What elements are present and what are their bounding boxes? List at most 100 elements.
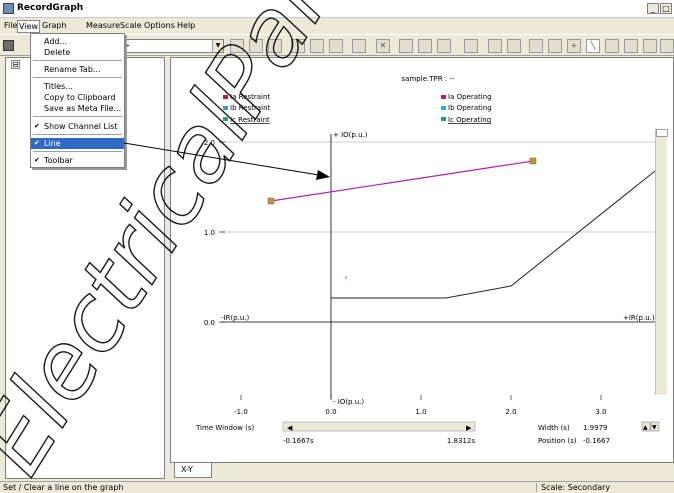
- menu-options[interactable]: Options: [144, 21, 175, 30]
- menu-item-titles[interactable]: Titles...: [31, 81, 124, 92]
- menu-item-add-label: Add...: [44, 37, 68, 46]
- close-x-icon[interactable]: ✕: [376, 39, 390, 53]
- window-title: RecordGraph: [17, 3, 84, 13]
- toolbar-button-12-icon[interactable]: [464, 39, 478, 53]
- menu-scale[interactable]: Scale: [120, 21, 142, 30]
- toolbar-button-2-icon[interactable]: [249, 39, 263, 53]
- toolbar-button-13-icon[interactable]: [488, 39, 502, 53]
- minimize-button[interactable]: _: [647, 3, 659, 14]
- scrollbar-thumb[interactable]: [656, 129, 668, 137]
- tab-x-y[interactable]: X-Y: [174, 463, 212, 478]
- xy-graph[interactable]: sample.TPR : -- Ia Restraint Ib Restrain…: [171, 58, 674, 464]
- toolbar-button-11-icon[interactable]: [437, 39, 451, 53]
- view-menu-dropdown: Add... Delete Rename Tab... Titles... Co…: [30, 33, 125, 168]
- axis-label-neg-x: -IR(p.u.): [221, 314, 250, 322]
- chevron-down-icon[interactable]: ▼: [212, 40, 223, 52]
- menu-item-rename-tab[interactable]: Rename Tab...: [31, 64, 124, 75]
- user-line-start-marker: [267, 197, 275, 205]
- time-end-value: 1.8312s: [447, 437, 475, 445]
- tab-xy-label: X-Y: [181, 465, 193, 474]
- title-bar: RecordGraph _ □: [0, 0, 674, 18]
- menu-item-copy-clipboard[interactable]: Copy to Clipboard: [31, 92, 124, 103]
- toolbar-button-3-icon[interactable]: [268, 39, 282, 53]
- user-line-end-marker: [529, 157, 537, 165]
- legend-ia-restraint: Ia Restraint: [230, 93, 270, 101]
- maximize-button[interactable]: □: [660, 3, 672, 14]
- status-bar: Set / Clear a line on the graph Scale: S…: [0, 481, 674, 493]
- toolbar-button-6-icon[interactable]: [329, 39, 343, 53]
- characteristic-curve: [331, 170, 656, 299]
- tree-collapse-icon[interactable]: ⊟: [11, 60, 20, 69]
- time-scrollbar: [282, 421, 476, 432]
- position-value: -0.1667: [583, 437, 610, 445]
- toolbar-button-20-icon[interactable]: [624, 39, 638, 53]
- position-label: Position (s): [538, 437, 577, 445]
- checkmark-icon: ✔: [34, 122, 40, 130]
- menu-measure[interactable]: Measure: [86, 21, 120, 30]
- legend-ic-restraint-swatch: [223, 117, 228, 121]
- line-tool-icon[interactable]: ╲: [586, 39, 600, 53]
- legend-ib-restraint-swatch: [223, 106, 228, 110]
- axis-label-pos-x: +IR(p.u.): [623, 314, 655, 322]
- menu-item-delete-label: Delete: [44, 48, 71, 57]
- checkmark-icon: ✔: [34, 156, 40, 164]
- time-window-label: Time Window (s): [195, 424, 255, 432]
- menu-file[interactable]: File: [4, 21, 17, 30]
- crosshair-icon[interactable]: +: [567, 39, 581, 53]
- checkmark-icon: ✔: [34, 139, 40, 147]
- xtick-label-1: 1.0: [415, 408, 426, 416]
- menu-graph[interactable]: Graph: [42, 21, 67, 30]
- menu-separator: [33, 134, 122, 135]
- graph-vertical-scrollbar[interactable]: [655, 129, 668, 395]
- menu-separator: [33, 116, 122, 117]
- legend-ib-operating-swatch: [441, 106, 446, 110]
- toolbar-button-5-icon[interactable]: [310, 39, 324, 53]
- toolbar-button-9-icon[interactable]: [399, 39, 413, 53]
- toolbar-button-22-icon[interactable]: [660, 39, 674, 53]
- menu-item-line[interactable]: ✔ Line: [31, 138, 124, 149]
- toolbar-button-19-icon[interactable]: [605, 39, 619, 53]
- legend-ia-operating-swatch: [441, 95, 446, 99]
- xtick-label-3: 3.0: [595, 408, 606, 416]
- width-label: Width (s): [538, 424, 570, 432]
- toolbar-button-10-icon[interactable]: [418, 39, 432, 53]
- ytick-label-2: 2.0: [204, 139, 215, 147]
- axis-label-neg-y: - IO(p.u.): [333, 398, 364, 406]
- toolbar-button-16-icon[interactable]: [548, 39, 562, 53]
- time-start-value: -0.1667s: [283, 437, 314, 445]
- toolbar-button-14-icon[interactable]: [507, 39, 521, 53]
- menu-help[interactable]: Help: [177, 21, 195, 30]
- axis-label-pos-y: + IO(p.u.): [333, 131, 368, 139]
- menu-item-line-label: Line: [44, 139, 61, 148]
- xtick-label-2: 2.0: [505, 408, 516, 416]
- menu-item-show-channel-list-label: Show Channel List: [44, 122, 118, 131]
- menu-bar: File View Graph Measure Scale Options He…: [0, 19, 674, 33]
- ytick-label-1: 1.0: [204, 229, 215, 237]
- menu-item-titles-label: Titles...: [44, 82, 73, 91]
- scroll-right-arrow-icon: ▶: [466, 424, 472, 432]
- width-value: 1.9979: [583, 424, 608, 432]
- save-icon[interactable]: [3, 40, 14, 51]
- toolbar-button-1-icon[interactable]: [230, 39, 244, 53]
- legend-ia-operating: Ia Operating: [448, 93, 492, 101]
- menu-item-save-meta[interactable]: Save as Meta File...: [31, 103, 124, 114]
- menu-view[interactable]: View: [17, 20, 40, 33]
- spin-down-icon: ▼: [652, 424, 657, 431]
- toolbar-button-4-icon[interactable]: [291, 39, 305, 53]
- menu-item-save-meta-label: Save as Meta File...: [44, 104, 122, 113]
- spin-up-icon: ▲: [643, 424, 648, 431]
- status-text: Set / Clear a line on the graph: [3, 483, 124, 492]
- legend-ic-operating-swatch: [441, 117, 446, 121]
- menu-item-delete[interactable]: Delete: [31, 47, 124, 58]
- channel-combo[interactable]: > ▼: [120, 39, 224, 53]
- menu-item-rename-tab-label: Rename Tab...: [44, 65, 101, 74]
- status-scale: Scale: Secondary: [536, 483, 610, 492]
- toolbar-button-7-icon[interactable]: [352, 39, 366, 53]
- toolbar-button-21-icon[interactable]: [643, 39, 657, 53]
- graph-panel[interactable]: sample.TPR : -- Ia Restraint Ib Restrain…: [170, 57, 674, 463]
- menu-item-add[interactable]: Add...: [31, 36, 124, 47]
- legend-ia-restraint-swatch: [223, 95, 228, 99]
- menu-item-toolbar[interactable]: ✔ Toolbar: [31, 155, 124, 166]
- toolbar-button-15-icon[interactable]: [529, 39, 543, 53]
- menu-item-show-channel-list[interactable]: ✔ Show Channel List: [31, 121, 124, 132]
